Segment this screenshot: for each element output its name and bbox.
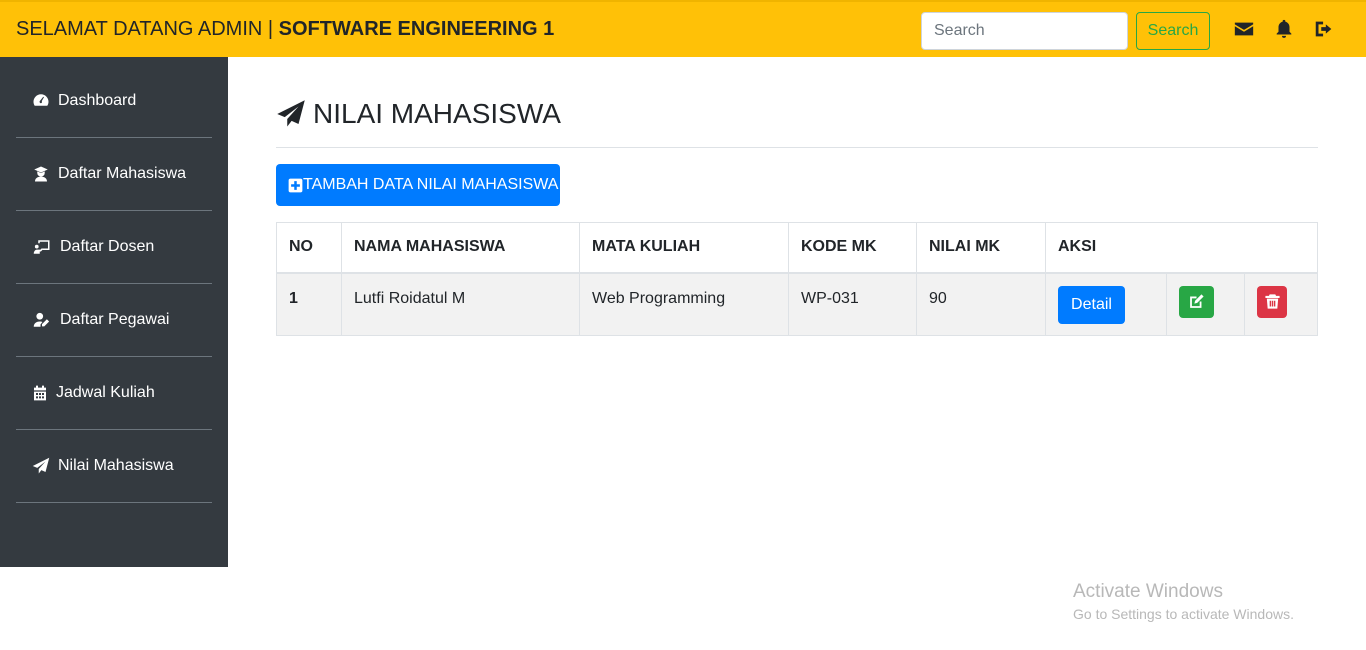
calendar-icon bbox=[32, 384, 48, 402]
bell-icon[interactable] bbox=[1273, 18, 1295, 40]
brand: SELAMAT DATANG ADMIN | SOFTWARE ENGINEER… bbox=[16, 18, 554, 41]
sign-out-icon[interactable] bbox=[1313, 18, 1335, 40]
watermark-title: Activate Windows bbox=[1073, 581, 1223, 602]
user-edit-icon bbox=[32, 311, 52, 329]
paper-plane-icon bbox=[276, 99, 306, 129]
column-header: NO bbox=[276, 222, 342, 274]
cell-detail: Detail bbox=[1045, 272, 1167, 336]
sidebar-item-daftar-dosen[interactable]: Daftar Dosen bbox=[16, 211, 212, 284]
windows-activation-watermark: Activate Windows Go to Settings to activ… bbox=[1073, 581, 1294, 622]
cell-matkul: Web Programming bbox=[579, 272, 789, 336]
sidebar-item-jadwal-kuliah[interactable]: Jadwal Kuliah bbox=[16, 357, 212, 430]
cell-nama: Lutfi Roidatul M bbox=[341, 272, 580, 336]
sidebar-item-label: Jadwal Kuliah bbox=[56, 384, 155, 401]
sidebar: Dashboard Daftar Mahasiswa Daftar Dosen … bbox=[0, 57, 228, 567]
detail-button[interactable]: Detail bbox=[1058, 285, 1125, 324]
cell-nilai: 90 bbox=[916, 272, 1046, 336]
sidebar-item-label: Daftar Dosen bbox=[60, 238, 155, 255]
sidebar-item-label: Daftar Pegawai bbox=[60, 311, 170, 328]
column-header: NAMA MAHASISWA bbox=[341, 222, 580, 274]
paper-plane-icon bbox=[32, 457, 50, 475]
tachometer-icon bbox=[32, 92, 50, 110]
envelope-icon[interactable] bbox=[1233, 18, 1255, 40]
nilai-table: NO NAMA MAHASISWA MATA KULIAH KODE MK NI… bbox=[276, 222, 1318, 336]
sidebar-item-label: Dashboard bbox=[58, 92, 137, 109]
page-title-text: NILAI MAHASISWA bbox=[313, 98, 561, 129]
add-nilai-label: TAMBAH DATA NILAI MAHASISWA bbox=[303, 176, 559, 193]
cell-no: 1 bbox=[276, 272, 342, 336]
column-header: AKSI bbox=[1045, 222, 1318, 274]
title-divider bbox=[276, 147, 1318, 148]
sidebar-item-label: Nilai Mahasiswa bbox=[58, 457, 174, 474]
top-navbar: SELAMAT DATANG ADMIN | SOFTWARE ENGINEER… bbox=[0, 0, 1366, 57]
user-graduate-icon bbox=[32, 165, 50, 183]
edit-icon bbox=[1190, 294, 1204, 308]
search-button[interactable]: Search bbox=[1136, 12, 1210, 50]
edit-button[interactable] bbox=[1179, 285, 1214, 318]
trash-icon bbox=[1264, 294, 1280, 309]
table-header-row: NO NAMA MAHASISWA MATA KULIAH KODE MK NI… bbox=[276, 222, 1318, 274]
add-nilai-button[interactable]: TAMBAH DATA NILAI MAHASISWA bbox=[276, 164, 560, 206]
watermark-subtitle: Go to Settings to activate Windows. bbox=[1073, 606, 1294, 622]
table-row: 1 Lutfi Roidatul M Web Programming WP-03… bbox=[276, 272, 1318, 336]
page-title: NILAI MAHASISWA bbox=[276, 98, 561, 130]
column-header: KODE MK bbox=[788, 222, 917, 274]
brand-name: SOFTWARE ENGINEERING 1 bbox=[278, 18, 555, 40]
brand-prefix: SELAMAT DATANG ADMIN | bbox=[16, 18, 279, 40]
sidebar-item-nilai-mahasiswa[interactable]: Nilai Mahasiswa bbox=[16, 430, 212, 503]
sidebar-item-label: Daftar Mahasiswa bbox=[58, 165, 187, 182]
search-input[interactable] bbox=[921, 12, 1128, 50]
cell-kode: WP-031 bbox=[788, 272, 917, 336]
cell-delete bbox=[1244, 272, 1318, 336]
column-header: NILAI MK bbox=[916, 222, 1046, 274]
cell-edit bbox=[1166, 272, 1245, 336]
chalkboard-teacher-icon bbox=[32, 238, 52, 256]
delete-button[interactable] bbox=[1257, 285, 1287, 318]
sidebar-item-daftar-mahasiswa[interactable]: Daftar Mahasiswa bbox=[16, 138, 212, 211]
plus-square-icon bbox=[288, 178, 303, 193]
sidebar-item-daftar-pegawai[interactable]: Daftar Pegawai bbox=[16, 284, 212, 357]
column-header: MATA KULIAH bbox=[579, 222, 789, 274]
sidebar-item-dashboard[interactable]: Dashboard bbox=[16, 65, 212, 138]
